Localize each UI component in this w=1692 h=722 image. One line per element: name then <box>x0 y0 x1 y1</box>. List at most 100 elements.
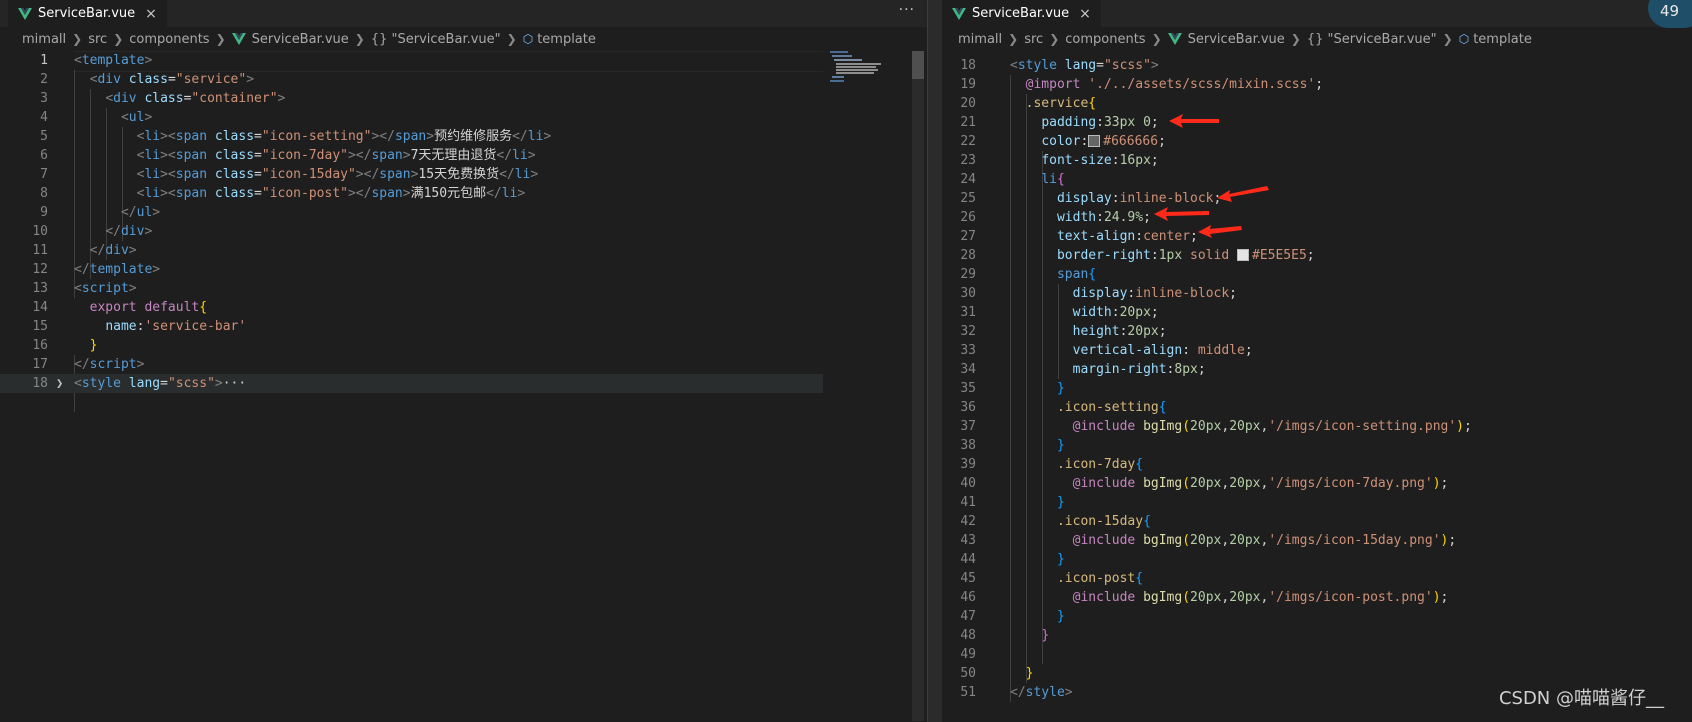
minimap[interactable] <box>830 51 895 91</box>
code-line: 35 } <box>960 381 1065 396</box>
code-line-folded: 18 ❯ <style lang="scss">··· <box>0 374 823 393</box>
code-line: 32 height:20px; <box>960 324 1167 339</box>
breadcrumb-item[interactable]: components <box>129 32 209 47</box>
code-line: 16 } <box>32 338 98 353</box>
code-line: 39 .icon-7day{ <box>960 457 1144 472</box>
code-line: 46 @include bgImg(20px,20px,'/imgs/icon-… <box>960 590 1449 605</box>
code-line: 1 <template> <box>40 53 153 68</box>
code-line: 41 } <box>960 495 1065 510</box>
breadcrumb-template[interactable]: ⬡ template <box>1459 32 1532 47</box>
code-line: 47 } <box>960 609 1065 624</box>
code-line: 27 text-align:center; <box>960 229 1198 244</box>
scrollbar-thumb[interactable] <box>912 51 924 79</box>
code-line: 33 vertical-align: middle; <box>960 343 1253 358</box>
code-line: 19 @import './../assets/scss/mixin.scss'… <box>960 77 1324 92</box>
chevron-right-icon: ❯ <box>215 32 226 46</box>
annotation-arrow-icon <box>1169 114 1219 128</box>
watermark: CSDN @喵喵酱仔__ <box>1498 688 1664 709</box>
close-icon[interactable]: × <box>145 6 157 22</box>
notification-badge: 49 <box>1648 0 1692 28</box>
code-line: 40 @include bgImg(20px,20px,'/imgs/icon-… <box>960 476 1449 491</box>
code-line: 43 @include bgImg(20px,20px,'/imgs/icon-… <box>960 533 1457 548</box>
chevron-right-icon: ❯ <box>113 32 124 46</box>
right-editor-pane: ServiceBar.vue × 49 mimall ❯ src ❯ compo… <box>942 0 1692 722</box>
chevron-right-icon: ❯ <box>1049 32 1060 46</box>
code-line: 10 </div> <box>32 224 153 239</box>
chevron-right-icon: ❯ <box>506 32 517 46</box>
code-line: 12 </template> <box>32 262 161 277</box>
breadcrumb: mimall ❯ src ❯ components ❯ ServiceBar.v… <box>942 27 1692 51</box>
code-line: 25 display:inline-block; <box>960 191 1222 206</box>
code-line: 38 } <box>960 438 1065 453</box>
breadcrumb-item[interactable]: {} "ServiceBar.vue" <box>371 32 501 47</box>
vue-file-icon <box>1167 33 1182 45</box>
tab-servicebar-vue[interactable]: ServiceBar.vue × <box>8 0 167 27</box>
code-line: 14 export default{ <box>32 300 208 315</box>
tab-bar: ServiceBar.vue × 49 <box>942 0 1692 28</box>
breadcrumb-template[interactable]: ⬡ template <box>523 32 596 47</box>
chevron-right-icon: ❯ <box>1151 32 1162 46</box>
symbol-icon: ⬡ <box>522 32 534 46</box>
code-editor[interactable]: 1 <template> 2 <div class="service"> 3 <d… <box>0 51 927 722</box>
color-swatch[interactable] <box>1088 134 1101 147</box>
code-line: 8 <li><span class="icon-post"></span>满15… <box>40 186 526 201</box>
code-line: 3 <div class="container"> <box>40 91 286 106</box>
chevron-right-icon: ❯ <box>354 32 365 46</box>
breadcrumb-template-label: template <box>1473 31 1532 47</box>
code-line: 45 .icon-post{ <box>960 571 1144 586</box>
more-actions-button[interactable]: ··· <box>899 2 915 18</box>
color-swatch[interactable] <box>1237 248 1249 261</box>
tab-label: ServiceBar.vue <box>38 6 136 21</box>
breadcrumb-file[interactable]: ServiceBar.vue <box>231 31 349 47</box>
tab-label: ServiceBar.vue <box>972 6 1070 21</box>
tab-servicebar-vue[interactable]: ServiceBar.vue × <box>942 0 1101 27</box>
code-line: 13 <script> <box>32 281 137 296</box>
code-line: 34 margin-right:8px; <box>960 362 1206 377</box>
breadcrumb-item[interactable]: components <box>1065 32 1145 47</box>
code-line: 6 <li><span class="icon-7day"></span>7天无… <box>40 148 536 163</box>
close-icon[interactable]: × <box>1079 6 1091 22</box>
breadcrumb-item[interactable]: mimall <box>958 32 1002 47</box>
chevron-right-icon: ❯ <box>72 32 83 46</box>
annotation-arrow-icon <box>1154 207 1209 221</box>
chevron-right-icon: ❯ <box>1442 32 1453 46</box>
code-line: 15 name:'service-bar' <box>32 319 247 334</box>
code-line: 28 border-right:1px solid #E5E5E5; <box>960 248 1315 263</box>
code-line: 49 <box>960 647 976 662</box>
code-line: 4 <ul> <box>40 110 153 125</box>
code-line: 29 span{ <box>960 267 1097 282</box>
breadcrumb-item[interactable]: src <box>1024 32 1043 47</box>
code-line: 22 color: #666666; <box>960 134 1166 149</box>
breadcrumb-file-label: ServiceBar.vue <box>251 31 349 47</box>
pane-divider[interactable] <box>927 0 943 722</box>
code-line: 44 } <box>960 552 1065 567</box>
code-line: 24 li{ <box>960 172 1065 187</box>
code-line: 17 </script> <box>32 357 145 372</box>
annotation-arrow-icon <box>1217 186 1269 202</box>
code-line: 11 </div> <box>32 243 137 258</box>
vertical-scrollbar[interactable] <box>912 51 924 721</box>
chevron-right-icon: ❯ <box>1290 32 1301 46</box>
code-line: 7 <li><span class="icon-15day"></span>15… <box>40 167 539 182</box>
breadcrumb-item[interactable]: mimall <box>22 32 66 47</box>
code-line: 2 <div class="service"> <box>40 72 255 87</box>
annotation-arrow-icon <box>1198 225 1242 238</box>
chevron-right-icon[interactable]: ❯ <box>56 374 63 393</box>
code-line: 42 .icon-15day{ <box>960 514 1151 529</box>
vue-file-icon <box>952 7 966 20</box>
left-editor-pane: ServiceBar.vue × ··· mimall ❯ src ❯ comp… <box>0 0 927 722</box>
symbol-icon: ⬡ <box>1458 32 1470 46</box>
breadcrumb-file[interactable]: ServiceBar.vue <box>1167 32 1285 47</box>
breadcrumb-item[interactable]: {} "ServiceBar.vue" <box>1307 32 1437 47</box>
breadcrumb-item[interactable]: src <box>88 32 107 47</box>
breadcrumb: mimall ❯ src ❯ components ❯ ServiceBar.v… <box>0 27 927 51</box>
chevron-right-icon: ❯ <box>1008 32 1019 46</box>
code-line: 5 <li><span class="icon-setting"></span>… <box>40 129 552 144</box>
code-line: 9 </ul> <box>40 205 161 220</box>
vue-file-icon <box>18 7 32 20</box>
code-editor[interactable]: 18 <style lang="scss"> 19 @import './../a… <box>942 56 1692 722</box>
code-line: 31 width:20px; <box>960 305 1159 320</box>
code-line: 26 width:24.9%; <box>960 210 1151 225</box>
code-line: 18 <style lang="scss"> <box>960 58 1159 73</box>
code-line: 48 } <box>960 628 1050 643</box>
